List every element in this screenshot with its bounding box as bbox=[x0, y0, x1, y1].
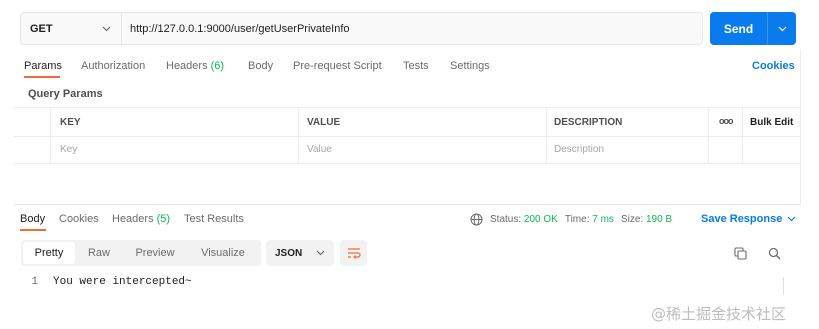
tab-label: Settings bbox=[450, 60, 490, 72]
line-number: 1 bbox=[31, 276, 38, 288]
response-tab-cookies[interactable]: Cookies bbox=[59, 213, 99, 225]
column-header-key: KEY bbox=[60, 117, 81, 128]
value-input[interactable]: Value bbox=[307, 144, 332, 155]
tab-params[interactable]: Params bbox=[24, 60, 62, 72]
globe-icon[interactable] bbox=[470, 213, 483, 226]
tab-body[interactable]: Body bbox=[248, 60, 273, 72]
copy-button[interactable] bbox=[731, 244, 749, 262]
response-tab-headers[interactable]: Headers (5) bbox=[112, 213, 170, 225]
watermark: @稀土掘金技术社区 bbox=[651, 305, 787, 323]
search-icon bbox=[768, 247, 780, 259]
chevron-down-icon bbox=[102, 26, 111, 31]
tab-label: Body bbox=[248, 60, 274, 72]
save-response-button[interactable]: Save Response bbox=[701, 213, 796, 225]
scrollbar[interactable] bbox=[783, 277, 784, 295]
status-text: Status: 200 OK bbox=[490, 214, 558, 225]
send-options-button[interactable] bbox=[768, 12, 796, 45]
response-tab-test-results[interactable]: Test Results bbox=[184, 213, 244, 225]
tab-label: Authorization bbox=[81, 60, 146, 72]
size-label: Size: bbox=[620, 214, 644, 225]
view-preview[interactable]: Preview bbox=[123, 242, 187, 264]
tab-settings[interactable]: Settings bbox=[450, 60, 490, 72]
send-button-group: Send bbox=[710, 12, 796, 45]
response-tab-body[interactable]: Body bbox=[20, 213, 45, 225]
column-header-value: VALUE bbox=[307, 117, 341, 128]
save-response-label: Save Response bbox=[701, 213, 783, 225]
method-label: GET bbox=[30, 22, 53, 35]
tab-headers[interactable]: Headers (6) bbox=[166, 60, 224, 72]
view-mode-switcher: Pretty Raw Preview Visualize bbox=[21, 240, 261, 266]
tab-label: Params bbox=[24, 60, 62, 72]
format-select[interactable]: JSON bbox=[266, 240, 334, 266]
copy-icon bbox=[733, 246, 747, 260]
tab-label: Cookies bbox=[59, 213, 99, 225]
time-value: 7 ms bbox=[592, 214, 614, 225]
request-bar: GET bbox=[20, 12, 703, 45]
send-button[interactable]: Send bbox=[710, 12, 768, 45]
tab-label: Headers bbox=[112, 213, 154, 225]
description-input[interactable]: Description bbox=[554, 144, 604, 155]
tab-authorization[interactable]: Authorization bbox=[81, 60, 145, 72]
query-params-table: KEY VALUE DESCRIPTION ooo Bulk Edit Key … bbox=[14, 107, 800, 164]
view-raw[interactable]: Raw bbox=[75, 242, 123, 264]
active-tab-indicator bbox=[24, 76, 60, 78]
tab-label: Headers bbox=[166, 60, 208, 72]
request-tabs: Params Authorization Headers (6) Body Pr… bbox=[0, 52, 819, 80]
size-value: 190 B bbox=[645, 214, 673, 225]
bulk-edit-button[interactable]: Bulk Edit bbox=[750, 117, 793, 128]
active-tab-indicator bbox=[20, 229, 46, 231]
wrap-lines-icon bbox=[347, 248, 361, 259]
search-button[interactable] bbox=[765, 244, 783, 262]
key-input[interactable]: Key bbox=[60, 144, 77, 155]
time-label: Time: bbox=[564, 214, 590, 225]
code-line: 1 You were intercepted~ bbox=[21, 276, 192, 288]
response-tabs: Body Cookies Headers (5) Test Results St… bbox=[0, 205, 819, 233]
tab-label: Tests bbox=[403, 60, 429, 72]
method-select[interactable]: GET bbox=[21, 13, 122, 44]
chevron-down-icon bbox=[316, 250, 325, 256]
row-divider bbox=[14, 136, 800, 137]
size-text: Size: 190 B bbox=[621, 214, 672, 225]
column-header-description: DESCRIPTION bbox=[554, 117, 623, 128]
response-status: Status: 200 OK Time: 7 ms Size: 190 B bbox=[470, 213, 672, 226]
cookies-link[interactable]: Cookies bbox=[752, 60, 795, 72]
code-text[interactable]: You were intercepted~ bbox=[53, 276, 192, 288]
tab-label: Pre-request Script bbox=[293, 60, 382, 72]
format-label: JSON bbox=[275, 247, 303, 259]
view-visualize[interactable]: Visualize bbox=[187, 242, 259, 264]
chevron-down-icon bbox=[787, 216, 796, 222]
query-params-title: Query Params bbox=[28, 88, 103, 100]
headers-count: (5) bbox=[156, 213, 171, 225]
tab-label: Test Results bbox=[184, 213, 244, 225]
more-options-icon[interactable]: ooo bbox=[719, 116, 734, 126]
tab-label: Body bbox=[20, 213, 46, 225]
view-pretty[interactable]: Pretty bbox=[23, 242, 75, 264]
chevron-down-icon bbox=[778, 26, 786, 31]
time-text: Time: 7 ms bbox=[565, 214, 614, 225]
status-label: Status: bbox=[490, 214, 522, 225]
url-input[interactable] bbox=[122, 13, 702, 44]
tab-pre-request-script[interactable]: Pre-request Script bbox=[293, 60, 382, 72]
status-value: 200 OK bbox=[523, 214, 558, 225]
tab-tests[interactable]: Tests bbox=[403, 60, 429, 72]
wrap-lines-button[interactable] bbox=[340, 240, 367, 266]
panel-border bbox=[800, 50, 801, 205]
headers-count: (6) bbox=[210, 60, 225, 72]
